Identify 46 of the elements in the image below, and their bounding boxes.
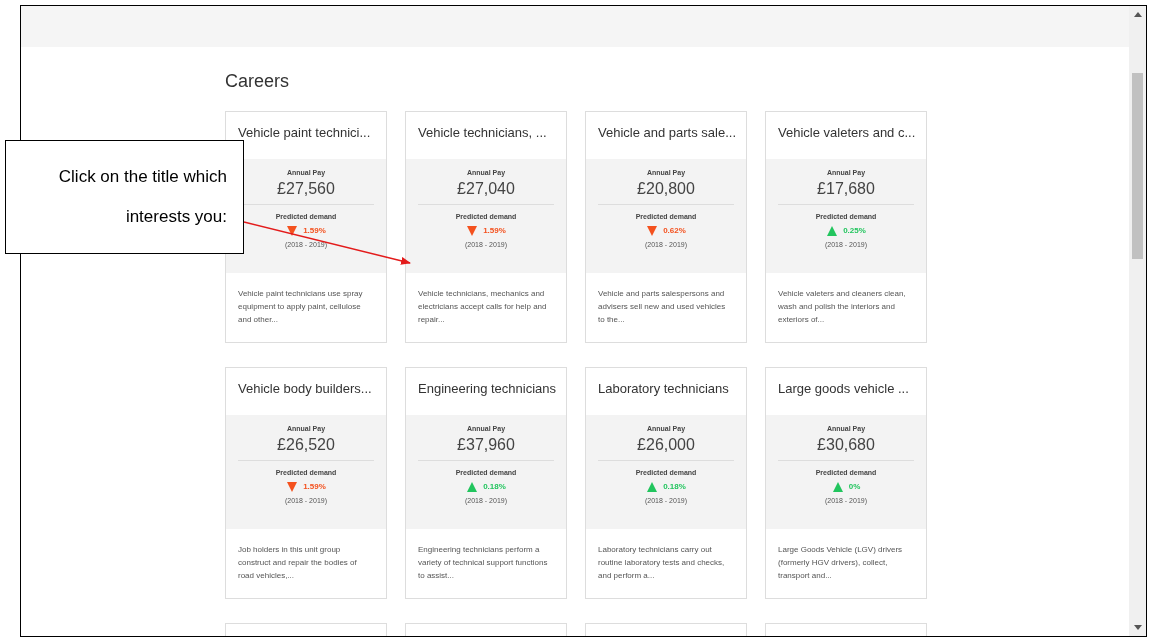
pay-amount: £37,960: [457, 434, 515, 455]
up-triangle-icon: [466, 481, 479, 493]
career-title[interactable]: Vehicle body builders...: [238, 381, 372, 396]
scrollbar-thumb[interactable]: [1132, 73, 1143, 259]
demand-change: 0.18%: [663, 481, 686, 493]
career-title[interactable]: Large goods vehicle ...: [778, 381, 909, 396]
down-triangle-icon: [286, 481, 299, 493]
career-title[interactable]: Vehicle technicians, ...: [418, 125, 547, 140]
career-title[interactable]: Vehicle and parts sale...: [598, 125, 737, 140]
pay-amount: £26,520: [277, 434, 335, 455]
callout-text: Click on the title which: [58, 166, 227, 188]
pay-amount: £20,800: [637, 178, 695, 199]
up-triangle-icon: [646, 481, 659, 493]
career-title[interactable]: Engineering technicians: [418, 381, 557, 396]
demand-change: 1.59%: [303, 225, 326, 237]
pay-amount: £17,680: [817, 178, 875, 199]
pay-amount: £26,000: [637, 434, 695, 455]
up-triangle-icon: [826, 225, 839, 237]
pay-amount: £27,560: [277, 178, 335, 199]
down-triangle-icon: [466, 225, 479, 237]
callout-text: interests you:: [125, 206, 227, 228]
scrollbar[interactable]: [1129, 6, 1146, 636]
scroll-down-icon[interactable]: [1133, 625, 1142, 631]
demand-change: 1.59%: [483, 225, 506, 237]
down-triangle-icon: [646, 225, 659, 237]
career-summary: Vehicle and parts salespersons and advisers sell new and used vehicles to the...: [598, 288, 727, 326]
pay-amount: £27,040: [457, 178, 515, 199]
career-summary: Job holders in this unit group construct and repair the bodies of road vehicles,...: [238, 544, 358, 582]
career-title[interactable]: Vehicle paint technici...: [238, 125, 371, 140]
demand-change: 0%: [848, 481, 861, 493]
section-heading: Careers: [225, 70, 291, 93]
demand-change: 0.62%: [663, 225, 686, 237]
career-summary: Vehicle technicians, mechanics and electricians accept calls for help and repair...: [418, 288, 548, 326]
demand-change: 0.25%: [843, 225, 866, 237]
career-summary: Engineering technicians perform a variety of technical support functions to assist...: [418, 544, 549, 582]
scroll-up-icon[interactable]: [1133, 11, 1142, 17]
career-title[interactable]: Vehicle valeters and c...: [778, 125, 916, 140]
up-triangle-icon: [831, 481, 844, 493]
pay-amount: £30,680: [817, 434, 875, 455]
career-summary: Laboratory technicians carry out routine laboratory tests and checks, and perform a...: [598, 544, 726, 582]
career-summary: Large Goods Vehicle (LGV) drivers (formerly HGV drivers), collect, transport and...: [778, 544, 904, 582]
career-summary: Vehicle paint technicians use spray equipment to apply paint, cellulose and other...: [238, 288, 364, 326]
career-title[interactable]: Laboratory technicians: [598, 381, 729, 396]
career-summary: Vehicle valeters and cleaners clean, wash and polish the interiors and exteriors of...: [778, 288, 907, 326]
demand-change: 0.18%: [483, 481, 506, 493]
demand-change: 1.59%: [303, 481, 326, 493]
